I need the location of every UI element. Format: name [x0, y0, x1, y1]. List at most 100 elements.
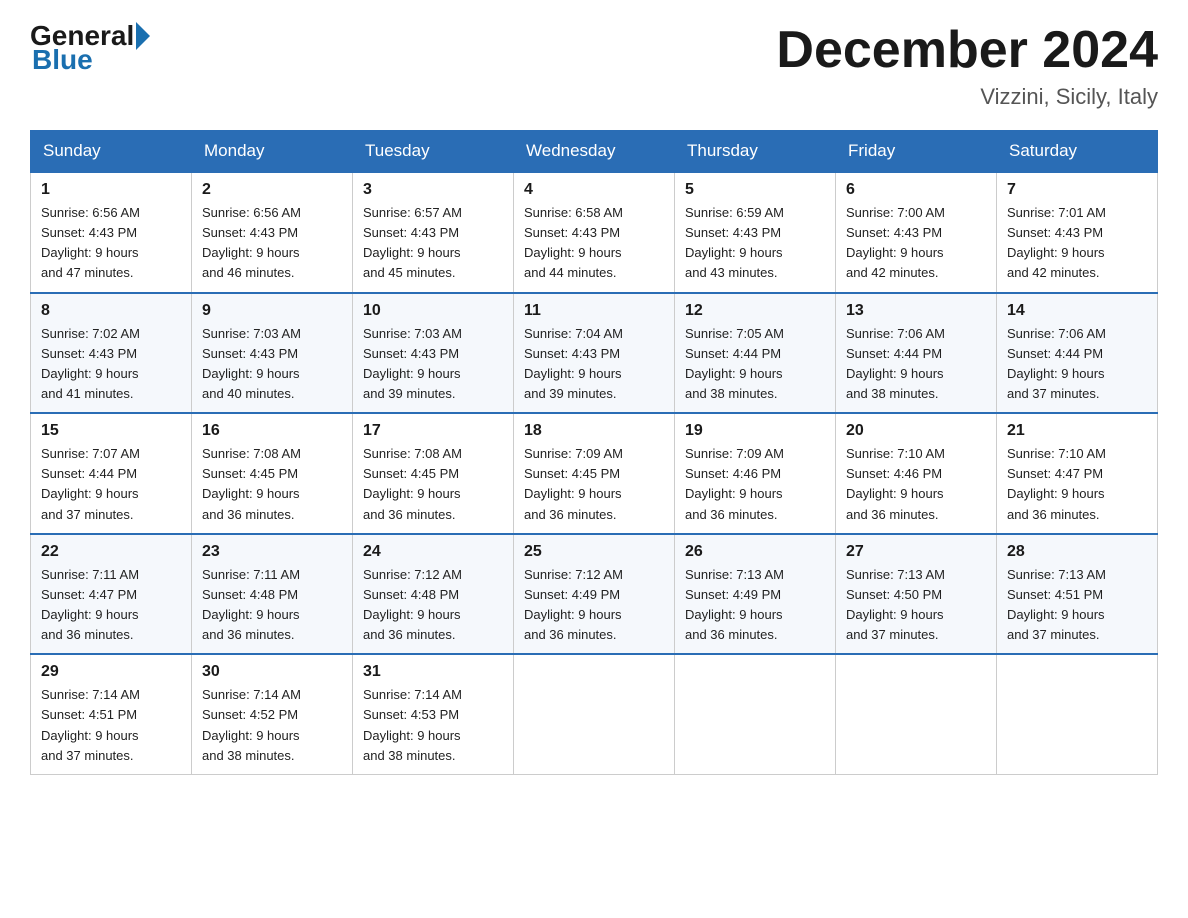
week-row-5: 29Sunrise: 7:14 AMSunset: 4:51 PMDayligh…: [31, 654, 1158, 774]
day-number: 7: [1007, 181, 1147, 199]
weekday-header-tuesday: Tuesday: [353, 131, 514, 173]
day-info: Sunrise: 7:09 AMSunset: 4:45 PMDaylight:…: [524, 444, 664, 525]
day-info: Sunrise: 7:14 AMSunset: 4:53 PMDaylight:…: [363, 685, 503, 766]
day-number: 30: [202, 663, 342, 681]
day-cell-1: 1 Sunrise: 6:56 AMSunset: 4:43 PMDaylight…: [31, 172, 192, 293]
day-number: 20: [846, 422, 986, 440]
week-row-2: 8 Sunrise: 7:02 AMSunset: 4:43 PMDaylight…: [31, 293, 1158, 414]
day-cell-11: 11 Sunrise: 7:04 AMSunset: 4:43 PMDayligh…: [514, 293, 675, 414]
day-cell-13: 13 Sunrise: 7:06 AMSunset: 4:44 PMDayligh…: [836, 293, 997, 414]
day-cell-7: 7 Sunrise: 7:01 AMSunset: 4:43 PMDaylight…: [997, 172, 1158, 293]
empty-cell: [836, 654, 997, 774]
empty-cell: [514, 654, 675, 774]
day-number: 29: [41, 663, 181, 681]
day-info: Sunrise: 7:03 AMSunset: 4:43 PMDaylight:…: [202, 324, 342, 405]
day-info: Sunrise: 7:08 AMSunset: 4:45 PMDaylight:…: [202, 444, 342, 525]
day-number: 27: [846, 543, 986, 561]
day-cell-22: 22 Sunrise: 7:11 AMSunset: 4:47 PMDayligh…: [31, 534, 192, 655]
calendar-table: SundayMondayTuesdayWednesdayThursdayFrid…: [30, 130, 1158, 775]
logo-blue: Blue: [32, 44, 93, 75]
weekday-header-row: SundayMondayTuesdayWednesdayThursdayFrid…: [31, 131, 1158, 173]
day-number: 22: [41, 543, 181, 561]
empty-cell: [675, 654, 836, 774]
day-cell-9: 9Sunrise: 7:03 AMSunset: 4:43 PMDaylight…: [192, 293, 353, 414]
month-title: December 2024: [776, 20, 1158, 80]
day-info: Sunrise: 7:13 AMSunset: 4:49 PMDaylight:…: [685, 565, 825, 646]
day-number: 25: [524, 543, 664, 561]
day-info: Sunrise: 7:11 AMSunset: 4:48 PMDaylight:…: [202, 565, 342, 646]
logo: General Blue: [30, 20, 152, 76]
weekday-header-friday: Friday: [836, 131, 997, 173]
day-info: Sunrise: 6:57 AMSunset: 4:43 PMDaylight:…: [363, 203, 503, 284]
day-number: 28: [1007, 543, 1147, 561]
day-cell-24: 24 Sunrise: 7:12 AMSunset: 4:48 PMDayligh…: [353, 534, 514, 655]
day-info: Sunrise: 7:04 AMSunset: 4:43 PMDaylight:…: [524, 324, 664, 405]
day-info: Sunrise: 7:06 AMSunset: 4:44 PMDaylight:…: [846, 324, 986, 405]
day-number: 24: [363, 543, 503, 561]
day-number: 16: [202, 422, 342, 440]
day-cell-12: 12 Sunrise: 7:05 AMSunset: 4:44 PMDayligh…: [675, 293, 836, 414]
day-number: 14: [1007, 302, 1147, 320]
day-info: Sunrise: 7:12 AMSunset: 4:48 PMDaylight:…: [363, 565, 503, 646]
day-number: 12: [685, 302, 825, 320]
day-number: 10: [363, 302, 503, 320]
day-info: Sunrise: 7:10 AMSunset: 4:46 PMDaylight:…: [846, 444, 986, 525]
weekday-header-sunday: Sunday: [31, 131, 192, 173]
day-cell-23: 23Sunrise: 7:11 AMSunset: 4:48 PMDayligh…: [192, 534, 353, 655]
day-number: 1: [41, 181, 181, 199]
day-info: Sunrise: 7:11 AMSunset: 4:47 PMDaylight:…: [41, 565, 181, 646]
day-number: 19: [685, 422, 825, 440]
day-cell-15: 15 Sunrise: 7:07 AMSunset: 4:44 PMDayligh…: [31, 413, 192, 534]
day-cell-27: 27 Sunrise: 7:13 AMSunset: 4:50 PMDayligh…: [836, 534, 997, 655]
day-number: 18: [524, 422, 664, 440]
day-info: Sunrise: 7:03 AMSunset: 4:43 PMDaylight:…: [363, 324, 503, 405]
page-header: General Blue December 2024 Vizzini, Sici…: [30, 20, 1158, 110]
day-number: 13: [846, 302, 986, 320]
day-cell-10: 10 Sunrise: 7:03 AMSunset: 4:43 PMDayligh…: [353, 293, 514, 414]
day-cell-6: 6 Sunrise: 7:00 AMSunset: 4:43 PMDaylight…: [836, 172, 997, 293]
day-info: Sunrise: 7:05 AMSunset: 4:44 PMDaylight:…: [685, 324, 825, 405]
day-info: Sunrise: 7:01 AMSunset: 4:43 PMDaylight:…: [1007, 203, 1147, 284]
day-info: Sunrise: 7:10 AMSunset: 4:47 PMDaylight:…: [1007, 444, 1147, 525]
day-number: 6: [846, 181, 986, 199]
day-info: Sunrise: 7:13 AMSunset: 4:50 PMDaylight:…: [846, 565, 986, 646]
week-row-4: 22 Sunrise: 7:11 AMSunset: 4:47 PMDayligh…: [31, 534, 1158, 655]
day-info: Sunrise: 6:58 AMSunset: 4:43 PMDaylight:…: [524, 203, 664, 284]
day-number: 8: [41, 302, 181, 320]
day-cell-18: 18 Sunrise: 7:09 AMSunset: 4:45 PMDayligh…: [514, 413, 675, 534]
weekday-header-wednesday: Wednesday: [514, 131, 675, 173]
day-cell-17: 17Sunrise: 7:08 AMSunset: 4:45 PMDayligh…: [353, 413, 514, 534]
week-row-3: 15 Sunrise: 7:07 AMSunset: 4:44 PMDayligh…: [31, 413, 1158, 534]
day-cell-14: 14Sunrise: 7:06 AMSunset: 4:44 PMDayligh…: [997, 293, 1158, 414]
weekday-header-saturday: Saturday: [997, 131, 1158, 173]
day-cell-30: 30Sunrise: 7:14 AMSunset: 4:52 PMDayligh…: [192, 654, 353, 774]
day-number: 21: [1007, 422, 1147, 440]
location-title: Vizzini, Sicily, Italy: [776, 84, 1158, 110]
day-cell-2: 2Sunrise: 6:56 AMSunset: 4:43 PMDaylight…: [192, 172, 353, 293]
day-number: 4: [524, 181, 664, 199]
day-cell-21: 21 Sunrise: 7:10 AMSunset: 4:47 PMDayligh…: [997, 413, 1158, 534]
day-cell-16: 16 Sunrise: 7:08 AMSunset: 4:45 PMDayligh…: [192, 413, 353, 534]
day-info: Sunrise: 7:07 AMSunset: 4:44 PMDaylight:…: [41, 444, 181, 525]
day-info: Sunrise: 7:12 AMSunset: 4:49 PMDaylight:…: [524, 565, 664, 646]
day-cell-5: 5Sunrise: 6:59 AMSunset: 4:43 PMDaylight…: [675, 172, 836, 293]
day-number: 15: [41, 422, 181, 440]
day-cell-25: 25 Sunrise: 7:12 AMSunset: 4:49 PMDayligh…: [514, 534, 675, 655]
empty-cell: [997, 654, 1158, 774]
day-info: Sunrise: 7:00 AMSunset: 4:43 PMDaylight:…: [846, 203, 986, 284]
day-cell-8: 8 Sunrise: 7:02 AMSunset: 4:43 PMDaylight…: [31, 293, 192, 414]
day-info: Sunrise: 6:56 AMSunset: 4:43 PMDaylight:…: [41, 203, 181, 284]
day-number: 5: [685, 181, 825, 199]
day-cell-20: 20 Sunrise: 7:10 AMSunset: 4:46 PMDayligh…: [836, 413, 997, 534]
day-info: Sunrise: 7:09 AMSunset: 4:46 PMDaylight:…: [685, 444, 825, 525]
day-number: 11: [524, 302, 664, 320]
logo-arrow-icon: [136, 22, 150, 50]
day-cell-4: 4 Sunrise: 6:58 AMSunset: 4:43 PMDaylight…: [514, 172, 675, 293]
day-number: 26: [685, 543, 825, 561]
week-row-1: 1 Sunrise: 6:56 AMSunset: 4:43 PMDaylight…: [31, 172, 1158, 293]
day-cell-19: 19 Sunrise: 7:09 AMSunset: 4:46 PMDayligh…: [675, 413, 836, 534]
day-info: Sunrise: 7:13 AMSunset: 4:51 PMDaylight:…: [1007, 565, 1147, 646]
weekday-header-monday: Monday: [192, 131, 353, 173]
day-info: Sunrise: 7:02 AMSunset: 4:43 PMDaylight:…: [41, 324, 181, 405]
title-section: December 2024 Vizzini, Sicily, Italy: [776, 20, 1158, 110]
